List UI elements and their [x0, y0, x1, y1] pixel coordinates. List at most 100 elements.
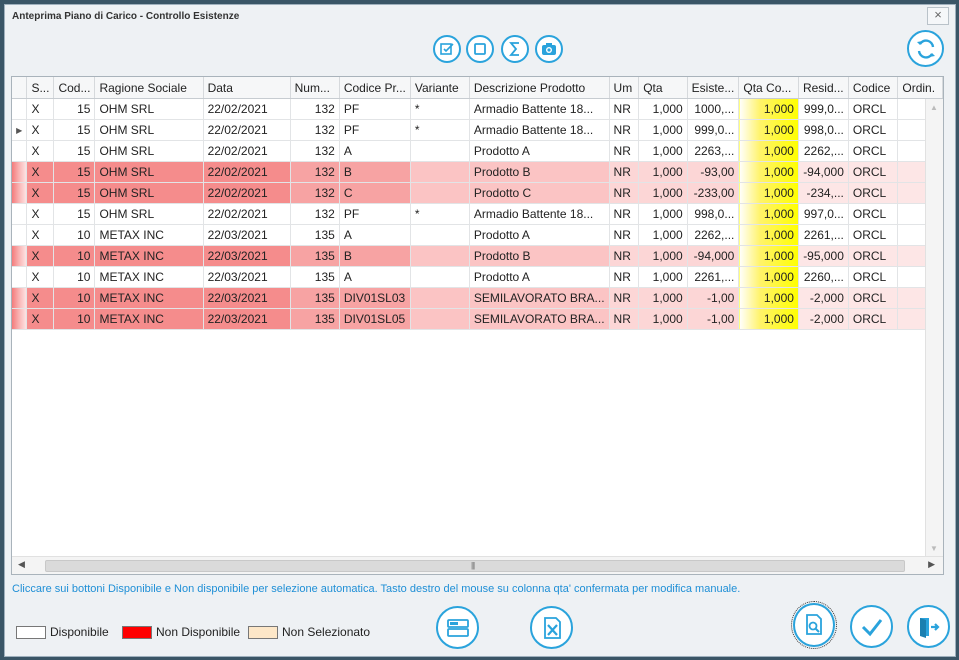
table-cell[interactable]: 1,000: [638, 308, 688, 330]
column-header[interactable]: Codice: [848, 77, 899, 99]
table-cell[interactable]: 1,000: [738, 203, 799, 225]
table-cell[interactable]: 999,0...: [687, 119, 740, 141]
column-header[interactable]: Resid...: [798, 77, 849, 99]
table-cell[interactable]: 998,0...: [687, 203, 740, 225]
table-cell[interactable]: 1,000: [738, 266, 799, 288]
table-cell[interactable]: ORCL: [848, 203, 899, 225]
table-cell[interactable]: X: [26, 140, 55, 162]
table-cell[interactable]: 2263,...: [687, 140, 740, 162]
table-row[interactable]: X 10 METAX INC 22/03/2021 135 DIV01SL05 SEMILA…: [12, 308, 943, 330]
row-selector[interactable]: [12, 266, 28, 288]
scroll-left-icon[interactable]: ◀: [18, 559, 25, 570]
table-cell[interactable]: DIV01SL03: [339, 287, 411, 309]
table-cell[interactable]: 22/02/2021: [203, 98, 291, 120]
table-cell[interactable]: PF: [339, 203, 411, 225]
table-cell[interactable]: DIV01SL05: [339, 308, 411, 330]
table-cell[interactable]: ORCL: [848, 119, 899, 141]
table-cell[interactable]: [410, 224, 470, 246]
table-cell[interactable]: [410, 140, 470, 162]
table-cell[interactable]: X: [26, 224, 55, 246]
table-cell[interactable]: Prodotto A: [469, 224, 610, 246]
table-row[interactable]: X 10 METAX INC 22/03/2021 135 A Prodotto A NR 1,…: [12, 224, 943, 246]
table-cell[interactable]: 1,000: [738, 161, 799, 183]
table-cell[interactable]: METAX INC: [94, 245, 204, 267]
table-row[interactable]: X 10 METAX INC 22/03/2021 135 DIV01SL03 SEMILA…: [12, 287, 943, 309]
table-cell[interactable]: Armadio Battente 18...: [469, 203, 610, 225]
table-cell[interactable]: ORCL: [848, 308, 899, 330]
row-selector[interactable]: [12, 308, 28, 330]
table-cell[interactable]: METAX INC: [94, 266, 204, 288]
table-cell[interactable]: B: [339, 245, 411, 267]
table-cell[interactable]: 1000,...: [687, 98, 740, 120]
table-cell[interactable]: 22/03/2021: [203, 308, 291, 330]
confirm-button[interactable]: [850, 605, 893, 648]
table-row[interactable]: X 15 OHM SRL 22/02/2021 132 A Prodotto A NR 1,00…: [12, 140, 943, 162]
table-cell[interactable]: 135: [290, 245, 340, 267]
table-cell[interactable]: [410, 266, 470, 288]
table-cell[interactable]: 1,000: [738, 287, 799, 309]
exit-button[interactable]: [907, 605, 950, 648]
totals-button[interactable]: [501, 35, 529, 63]
table-cell[interactable]: ORCL: [848, 182, 899, 204]
table-cell[interactable]: -93,00: [687, 161, 740, 183]
table-cell[interactable]: X: [26, 98, 55, 120]
table-cell[interactable]: NR: [609, 119, 640, 141]
table-cell[interactable]: [410, 308, 470, 330]
table-row[interactable]: X 15 OHM SRL 22/02/2021 132 B Prodotto B NR 1,00…: [12, 161, 943, 183]
table-cell[interactable]: NR: [609, 245, 640, 267]
table-cell[interactable]: 1,000: [738, 98, 799, 120]
vertical-scrollbar[interactable]: ▲ ▼: [925, 99, 943, 557]
column-header[interactable]: Um: [609, 77, 640, 99]
table-cell[interactable]: 15: [53, 203, 96, 225]
row-selector[interactable]: ▶: [12, 119, 28, 141]
column-header[interactable]: Variante: [410, 77, 470, 99]
table-cell[interactable]: X: [26, 203, 55, 225]
table-cell[interactable]: 1,000: [638, 119, 688, 141]
table-cell[interactable]: SEMILAVORATO BRA...: [469, 287, 610, 309]
table-cell[interactable]: ORCL: [848, 161, 899, 183]
table-cell[interactable]: NR: [609, 224, 640, 246]
table-cell[interactable]: NR: [609, 266, 640, 288]
table-cell[interactable]: 22/02/2021: [203, 161, 291, 183]
table-cell[interactable]: 2262,...: [798, 140, 849, 162]
scroll-up-icon[interactable]: ▲: [930, 103, 938, 112]
table-cell[interactable]: OHM SRL: [94, 140, 204, 162]
table-cell[interactable]: 132: [290, 161, 340, 183]
column-header[interactable]: Qta: [638, 77, 688, 99]
table-cell[interactable]: PF: [339, 119, 411, 141]
table-cell[interactable]: Prodotto B: [469, 245, 610, 267]
table-cell[interactable]: NR: [609, 308, 640, 330]
refresh-button[interactable]: [907, 30, 944, 67]
scroll-down-icon[interactable]: ▼: [930, 544, 938, 553]
details-button[interactable]: [436, 606, 479, 649]
table-cell[interactable]: METAX INC: [94, 308, 204, 330]
table-cell[interactable]: 1,000: [638, 98, 688, 120]
row-selector[interactable]: [12, 98, 28, 120]
table-cell[interactable]: 1,000: [738, 245, 799, 267]
column-header[interactable]: Cod...: [53, 77, 96, 99]
table-cell[interactable]: OHM SRL: [94, 119, 204, 141]
row-selector[interactable]: [12, 161, 28, 183]
table-cell[interactable]: 2261,...: [798, 224, 849, 246]
table-cell[interactable]: 132: [290, 98, 340, 120]
row-selector[interactable]: [12, 140, 28, 162]
table-cell[interactable]: 2261,...: [687, 266, 740, 288]
table-cell[interactable]: 997,0...: [798, 203, 849, 225]
table-cell[interactable]: 10: [53, 308, 96, 330]
table-cell[interactable]: X: [26, 308, 55, 330]
column-header[interactable]: Codice Pr...: [339, 77, 411, 99]
horizontal-scrollbar[interactable]: ◀ ||| ▶: [12, 556, 943, 574]
table-cell[interactable]: 22/03/2021: [203, 245, 291, 267]
table-cell[interactable]: 15: [53, 140, 96, 162]
table-cell[interactable]: [410, 245, 470, 267]
table-cell[interactable]: A: [339, 266, 411, 288]
table-cell[interactable]: 1,000: [738, 224, 799, 246]
table-cell[interactable]: X: [26, 161, 55, 183]
preview-button[interactable]: [791, 601, 837, 649]
table-cell[interactable]: X: [26, 182, 55, 204]
table-cell[interactable]: ORCL: [848, 224, 899, 246]
table-cell[interactable]: 1,000: [638, 266, 688, 288]
table-cell[interactable]: 10: [53, 287, 96, 309]
table-cell[interactable]: 132: [290, 203, 340, 225]
table-cell[interactable]: 1,000: [638, 245, 688, 267]
